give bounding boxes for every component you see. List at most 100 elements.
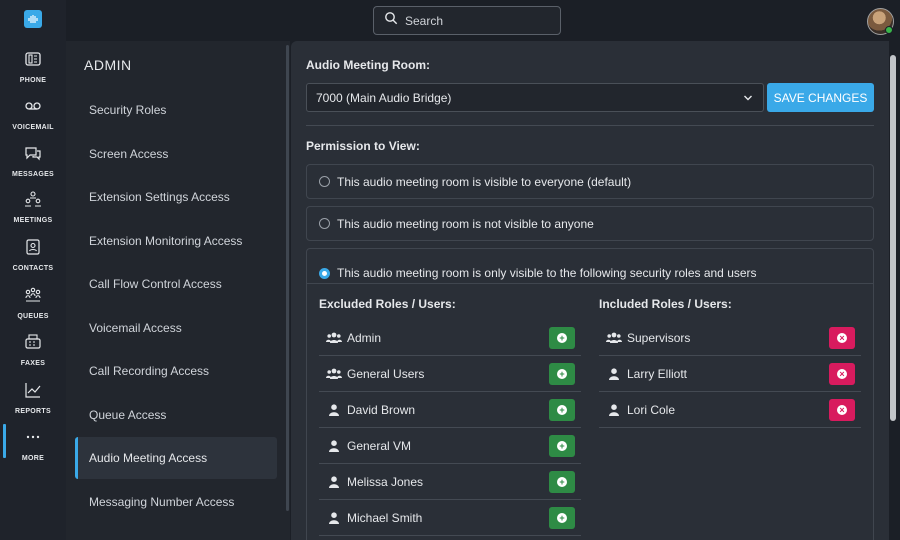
admin-title: ADMIN	[84, 57, 132, 73]
admin-item-call-flow-control-access[interactable]: Call Flow Control Access	[75, 263, 277, 305]
rail-label-meetings: MEETINGS	[13, 217, 53, 224]
rail-item-contacts[interactable]: CONTACTS	[0, 238, 66, 278]
left-rail: PHONE VOICEMAIL MESSAGES MEETINGS CONTAC…	[0, 0, 66, 540]
list-item-name: Lori Cole	[627, 402, 676, 417]
list-item-name: General Users	[347, 366, 425, 381]
list-item: Admin +	[319, 320, 581, 356]
radio-visible-everyone[interactable]	[319, 176, 330, 187]
add-button[interactable]: +	[549, 470, 575, 493]
close-icon: ×	[837, 404, 847, 415]
list-item-name: Supervisors	[627, 330, 691, 345]
app-logo-icon[interactable]	[24, 10, 42, 28]
admin-item-messaging-number-access[interactable]: Messaging Number Access	[75, 481, 277, 523]
list-item: David Brown +	[319, 392, 581, 428]
phone-icon	[24, 50, 42, 73]
user-icon	[325, 439, 343, 452]
rail-label-more: MORE	[21, 455, 45, 462]
group-icon	[325, 332, 343, 344]
admin-scrollbar[interactable]	[286, 45, 289, 511]
list-item: Lori Cole ×	[599, 392, 861, 428]
radio-restricted[interactable]	[319, 267, 330, 279]
rail-item-messages[interactable]: MESSAGES	[0, 144, 66, 184]
admin-item-call-recording-access[interactable]: Call Recording Access	[75, 350, 277, 392]
option-not-visible[interactable]: This audio meeting room is not visible t…	[306, 206, 874, 241]
rail-label-faxes: FAXES	[20, 360, 46, 367]
plus-icon: +	[557, 476, 567, 487]
search-box[interactable]	[373, 6, 561, 35]
group-icon	[605, 332, 623, 344]
list-item-name: Michael Smith	[347, 510, 423, 525]
user-icon	[325, 511, 343, 524]
list-item-name: David Brown	[347, 402, 416, 417]
option-visible-everyone[interactable]: This audio meeting room is visible to ev…	[306, 164, 874, 199]
contacts-icon	[24, 238, 42, 261]
main-panel: Audio Meeting Room: 7000 (Main Audio Bri…	[291, 41, 889, 540]
divider	[307, 283, 873, 284]
list-item-name: Admin	[347, 330, 382, 345]
excluded-title: Excluded Roles / Users:	[319, 297, 456, 311]
option-label: This audio meeting room is only visible …	[337, 266, 757, 280]
list-item-name: Melissa Jones	[347, 474, 424, 489]
main-scrollbar[interactable]	[890, 55, 896, 421]
rail-item-faxes[interactable]: FAXES	[0, 333, 66, 373]
remove-button[interactable]: ×	[829, 398, 855, 421]
room-select[interactable]: 7000 (Main Audio Bridge)	[306, 83, 764, 112]
add-button[interactable]: +	[549, 326, 575, 349]
list-item-name: Larry Elliott	[627, 366, 688, 381]
plus-icon: +	[557, 440, 567, 451]
add-button[interactable]: +	[549, 362, 575, 385]
admin-item-screen-access[interactable]: Screen Access	[75, 133, 277, 175]
rail-item-reports[interactable]: REPORTS	[0, 381, 66, 421]
reports-icon	[24, 381, 42, 404]
rail-item-more[interactable]: MORE	[0, 428, 66, 468]
admin-item-security-roles[interactable]: Security Roles	[75, 89, 277, 131]
permission-label: Permission to View:	[306, 139, 420, 153]
radio-not-visible[interactable]	[319, 218, 330, 229]
queues-icon	[24, 286, 42, 309]
add-button[interactable]: +	[549, 434, 575, 457]
user-icon	[325, 403, 343, 416]
rail-item-phone[interactable]: PHONE	[0, 50, 66, 90]
chevron-down-icon	[744, 95, 752, 101]
rail-label-messages: MESSAGES	[11, 171, 55, 178]
voicemail-icon	[24, 97, 42, 120]
app-window: PHONE VOICEMAIL MESSAGES MEETINGS CONTAC…	[0, 0, 900, 540]
remove-button[interactable]: ×	[829, 326, 855, 349]
meetings-icon	[24, 190, 42, 213]
user-icon	[605, 403, 623, 416]
admin-item-extension-monitoring-access[interactable]: Extension Monitoring Access	[75, 220, 277, 262]
list-item: Supervisors ×	[599, 320, 861, 356]
plus-icon: +	[557, 404, 567, 415]
faxes-icon	[24, 333, 42, 356]
admin-item-voicemail-access[interactable]: Voicemail Access	[75, 307, 277, 349]
plus-icon: +	[557, 332, 567, 343]
remove-button[interactable]: ×	[829, 362, 855, 385]
save-changes-button[interactable]: SAVE CHANGES	[767, 83, 874, 112]
add-button[interactable]: +	[549, 398, 575, 421]
admin-item-extension-settings-access[interactable]: Extension Settings Access	[75, 176, 277, 218]
admin-item-audio-meeting-access[interactable]: Audio Meeting Access	[75, 437, 277, 479]
rail-item-queues[interactable]: QUEUES	[0, 286, 66, 326]
included-title: Included Roles / Users:	[599, 297, 732, 311]
admin-sidebar: ADMIN Security Roles Screen Access Exten…	[66, 41, 290, 540]
option-restricted-box: This audio meeting room is only visible …	[306, 248, 874, 540]
group-icon	[325, 368, 343, 380]
admin-item-queue-access[interactable]: Queue Access	[75, 394, 277, 436]
add-button[interactable]: +	[549, 506, 575, 529]
list-item: Larry Elliott ×	[599, 356, 861, 392]
rail-item-voicemail[interactable]: VOICEMAIL	[0, 97, 66, 137]
option-label: This audio meeting room is visible to ev…	[337, 174, 632, 189]
list-item: Melissa Jones +	[319, 464, 581, 500]
user-icon	[325, 475, 343, 488]
close-icon: ×	[837, 332, 847, 343]
user-icon	[605, 367, 623, 380]
messages-icon	[24, 144, 42, 167]
rail-label-contacts: CONTACTS	[12, 265, 54, 272]
search-input[interactable]	[405, 13, 545, 28]
rail-item-meetings[interactable]: MEETINGS	[0, 190, 66, 230]
search-icon	[384, 11, 398, 30]
rail-label-voicemail: VOICEMAIL	[12, 124, 54, 131]
list-item: General Users +	[319, 356, 581, 392]
option-restricted[interactable]: This audio meeting room is only visible …	[319, 266, 757, 280]
rail-label-queues: QUEUES	[17, 313, 49, 320]
